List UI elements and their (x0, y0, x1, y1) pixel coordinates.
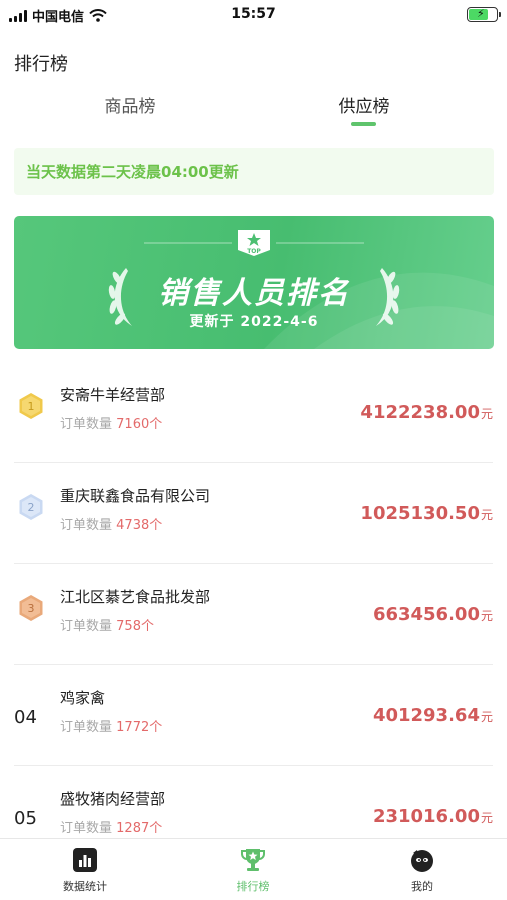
order-count: 订单数量 758个 (60, 619, 154, 634)
sales-amount: 231016.00元 (372, 806, 493, 827)
supplier-name: 盛牧猪肉经营部 (60, 790, 166, 808)
supplier-name: 鸡家禽 (60, 689, 106, 707)
battery-icon: ⚡ (467, 7, 501, 22)
gold-medal-icon: 1 (19, 393, 43, 419)
list-item[interactable]: 2 重庆联鑫食品有限公司 订单数量 4738个 1025130.50元 (0, 463, 507, 564)
tab-products[interactable]: 商品榜 (50, 92, 210, 117)
tab-label: 数据统计 (63, 880, 107, 893)
top-badge-icon: TOP (238, 230, 270, 256)
list-item[interactable]: 04 鸡家禽 订单数量 1772个 401293.64元 (0, 665, 507, 766)
rank-number: 05 (14, 808, 37, 829)
ranking-banner: TOP 销售人员排名 更新于 2022-4-6 (14, 216, 494, 349)
sales-amount: 4122238.00元 (360, 402, 493, 423)
banner-title: 销售人员排名 (158, 276, 350, 311)
order-count: 订单数量 1772个 (60, 720, 163, 735)
supplier-name: 江北区綦艺食品批发部 (60, 588, 211, 606)
bottom-tab-bar: 数据统计 排行榜 我的 (0, 838, 507, 900)
supplier-name: 重庆联鑫食品有限公司 (60, 487, 211, 505)
svg-text:TOP: TOP (247, 248, 261, 255)
supplier-name: 安斋牛羊经营部 (60, 386, 166, 404)
list-item[interactable]: 1 安斋牛羊经营部 订单数量 7160个 4122238.00元 (0, 362, 507, 463)
sales-amount: 663456.00元 (372, 604, 493, 625)
sales-amount: 1025130.50元 (360, 503, 493, 524)
order-count: 订单数量 7160个 (60, 417, 163, 432)
tab-label: 我的 (411, 880, 433, 893)
update-notice-text: 当天数据第二天凌晨04:00更新 (26, 163, 239, 181)
tab-ranking[interactable]: 排行榜 (193, 847, 313, 894)
rank-number: 04 (14, 707, 37, 728)
svg-text:2: 2 (28, 501, 35, 514)
tab-profile[interactable]: 我的 (362, 847, 482, 894)
ranking-page: 中国电信 15:57 ⚡ 排行榜 商品榜 供应榜 当天数据第二天凌晨04:00更… (0, 0, 507, 900)
silver-medal-icon: 2 (19, 494, 43, 520)
status-bar: 中国电信 15:57 ⚡ (0, 0, 507, 30)
bar-chart-icon (73, 848, 97, 872)
update-notice: 当天数据第二天凌晨04:00更新 (14, 148, 494, 195)
svg-text:1: 1 (28, 400, 35, 413)
banner-date: 更新于 2022-4-6 (189, 314, 319, 330)
list-item[interactable]: 3 江北区綦艺食品批发部 订单数量 758个 663456.00元 (0, 564, 507, 665)
active-tab-indicator (351, 122, 376, 126)
sales-amount: 401293.64元 (372, 705, 493, 726)
tab-data-statistics[interactable]: 数据统计 (25, 847, 145, 894)
tab-suppliers[interactable]: 供应榜 (284, 92, 444, 117)
tab-label: 排行榜 (236, 880, 270, 893)
order-count: 订单数量 1287个 (60, 821, 163, 836)
bronze-medal-icon: 3 (19, 595, 43, 621)
trophy-icon (241, 849, 265, 871)
status-time: 15:57 (231, 6, 276, 22)
tab-bar-top: 商品榜 供应榜 (0, 86, 507, 130)
page-title: 排行榜 (14, 54, 68, 75)
profile-icon (411, 850, 433, 872)
order-count: 订单数量 4738个 (60, 518, 163, 533)
svg-text:3: 3 (28, 602, 35, 615)
